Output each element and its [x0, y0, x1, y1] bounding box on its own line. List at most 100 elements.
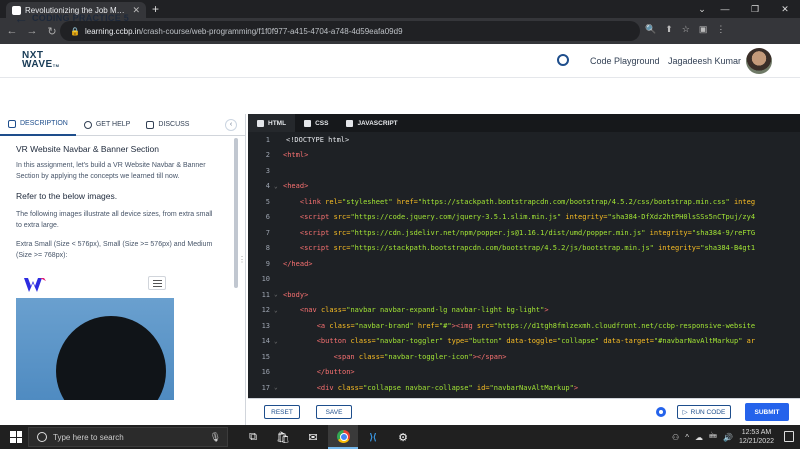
settings-gear-icon[interactable]	[656, 407, 666, 417]
code-token: "https://code.jquery.com/jquery-3.5.1.sl…	[350, 213, 566, 222]
panel-splitter-handle[interactable]: ⋮	[238, 255, 246, 275]
restore-button[interactable]: ❐	[740, 0, 770, 18]
collapse-panel-button[interactable]: ‹	[225, 118, 237, 131]
code-text: </button>	[280, 368, 355, 376]
reload-icon[interactable]: ↻	[44, 25, 60, 38]
code-token: "sha384-B4gt1	[700, 244, 756, 253]
code-line[interactable]: 9 </head>	[248, 256, 800, 272]
share-icon[interactable]: ⬆	[665, 24, 673, 35]
nxtwave-logo[interactable]: NXT WAVETM	[22, 51, 60, 70]
code-playground-link[interactable]: Code Playground	[590, 56, 660, 66]
code-text: <link rel="stylesheet" href="https://sta…	[280, 198, 755, 206]
chrome-icon[interactable]	[328, 425, 358, 449]
code-line[interactable]: 8 <script src="https://stackpath.bootstr…	[248, 241, 800, 257]
tab-close-icon[interactable]: ✕	[132, 5, 140, 16]
code-line[interactable]: 3	[248, 163, 800, 179]
windows-start-icon[interactable]	[10, 431, 22, 443]
tab-discuss-label: DISCUSS	[158, 121, 190, 128]
submit-button[interactable]: SUBMIT	[745, 403, 789, 421]
back-arrow-icon[interactable]: ←	[14, 10, 28, 26]
vscode-icon[interactable]: ⟩⟨	[358, 425, 388, 449]
code-token: >	[544, 306, 549, 315]
code-token: integ	[733, 197, 756, 206]
url-bar[interactable]: 🔒 learning.ccbp.in/crash-course/web-prog…	[60, 21, 640, 41]
user-name[interactable]: Jagadeesh Kumar	[668, 56, 741, 66]
new-tab-button[interactable]: +	[152, 2, 159, 16]
tray-overflow-icon[interactable]: ^	[685, 433, 689, 442]
store-icon[interactable]: 🛍	[268, 425, 298, 449]
code-line[interactable]: 11 ⌄ <body>	[248, 287, 800, 303]
code-line[interactable]: 12 ⌄ <nav class="navbar navbar-expand-lg …	[248, 303, 800, 319]
taskbar-search[interactable]: Type here to search 🎙	[28, 427, 228, 447]
tab-get-help[interactable]: GET HELP	[76, 114, 139, 136]
clock[interactable]: 12:53 AM 12/21/2022	[739, 428, 774, 446]
help-icon	[83, 120, 92, 129]
back-icon[interactable]: ←	[4, 25, 20, 37]
code-line[interactable]: 10	[248, 272, 800, 288]
bookmark-icon[interactable]: ☆	[682, 24, 690, 35]
tab-javascript[interactable]: JAVASCRIPT	[337, 114, 406, 132]
menu-icon[interactable]: ⋮	[716, 24, 725, 35]
tab-discuss[interactable]: DISCUSS	[138, 114, 197, 136]
run-code-button[interactable]: ▷ RUN CODE	[677, 405, 731, 419]
tab-search-icon[interactable]: ⌄	[694, 0, 710, 18]
network-icon[interactable]: ☁	[695, 433, 703, 442]
reset-button[interactable]: RESET	[264, 405, 300, 419]
task-view-icon[interactable]: ⧉	[238, 425, 268, 449]
settings-icon[interactable]: ⚙	[388, 425, 418, 449]
tab-html[interactable]: HTML	[248, 114, 296, 132]
tab-css[interactable]: CSS	[295, 114, 337, 132]
volume-icon[interactable]: 🔊	[723, 433, 733, 442]
minimize-button[interactable]: —	[710, 0, 740, 18]
code-token: <button	[316, 337, 351, 346]
close-window-button[interactable]: ✕	[770, 0, 800, 18]
code-token: src=	[333, 244, 351, 253]
code-token: >	[573, 383, 579, 392]
code-line[interactable]: 14 ⌄ <button class="navbar-toggler" type=…	[248, 334, 800, 350]
code-token: rel=	[325, 197, 343, 206]
code-line[interactable]: 16 </button>	[248, 365, 800, 381]
display-icon[interactable]: 🖮	[709, 430, 717, 444]
editor-action-bar: RESET SAVE ▷ RUN CODE SUBMIT	[248, 398, 800, 425]
timer-icon[interactable]	[557, 54, 569, 66]
code-line[interactable]: 17 ⌄ <div class="collapse navbar-collapse…	[248, 380, 800, 396]
code-token: ><img	[451, 321, 477, 330]
search-icon[interactable]: 🔍	[645, 24, 656, 35]
line-number: 10	[261, 275, 270, 284]
code-token: <!DOCTYPE html>	[286, 135, 350, 144]
code-token: <link	[299, 197, 326, 206]
code-token: "navbar-toggler-icon"	[384, 352, 473, 361]
code-line[interactable]: 2 <html>	[248, 148, 800, 164]
code-line[interactable]: 13 <a class="navbar-brand" href="#"><img…	[248, 318, 800, 334]
mail-icon[interactable]: ✉	[298, 425, 328, 449]
code-token: <div	[316, 383, 338, 392]
tab-description[interactable]: DESCRIPTION	[0, 114, 76, 136]
windows-taskbar: Type here to search 🎙 ⧉ 🛍 ✉ ⟩⟨ ⚙ ⚇ ^ ☁ 🖮…	[0, 425, 800, 449]
code-line[interactable]: 5 <link rel="stylesheet" href="https://s…	[248, 194, 800, 210]
people-icon[interactable]: ⚇	[672, 433, 679, 442]
save-button[interactable]: SAVE	[316, 405, 352, 419]
notification-icon[interactable]	[784, 431, 794, 442]
code-token: src=	[476, 321, 494, 330]
code-editor[interactable]: HTML CSS JAVASCRIPT 1 <!DOCTYPE html> 2 <ht…	[248, 114, 800, 398]
line-number: 1	[265, 135, 270, 144]
code-line[interactable]: 6 <script src="https://code.jquery.com/j…	[248, 210, 800, 226]
avatar[interactable]	[746, 48, 772, 74]
line-number: 14	[261, 337, 270, 346]
code-line[interactable]: 4 ⌄ <head>	[248, 179, 800, 195]
line-number: 15	[261, 352, 270, 361]
code-token: <body>	[283, 290, 309, 299]
microphone-icon[interactable]: 🎙	[210, 432, 221, 443]
forward-icon[interactable]: →	[24, 25, 40, 37]
code-line[interactable]: 15 <span class="navbar-toggler-icon"></s…	[248, 349, 800, 365]
code-lines[interactable]: 1 <!DOCTYPE html> 2 <html> 3 4 ⌄ <head> 5 <link …	[248, 132, 800, 396]
code-token: "button"	[468, 337, 507, 346]
code-line[interactable]: 7 <script src="https://cdn.jsdelivr.net/…	[248, 225, 800, 241]
tab-html-label: HTML	[268, 119, 287, 127]
code-token: <a	[316, 321, 330, 330]
code-token: src=	[333, 213, 351, 222]
code-line[interactable]: 1 <!DOCTYPE html>	[248, 132, 800, 148]
code-text: <div class="collapse navbar-collapse" id…	[280, 384, 578, 392]
sizes-description: Extra Small (Size < 576px), Small (Size …	[16, 241, 213, 259]
sidepanel-icon[interactable]: ▣	[699, 24, 708, 35]
